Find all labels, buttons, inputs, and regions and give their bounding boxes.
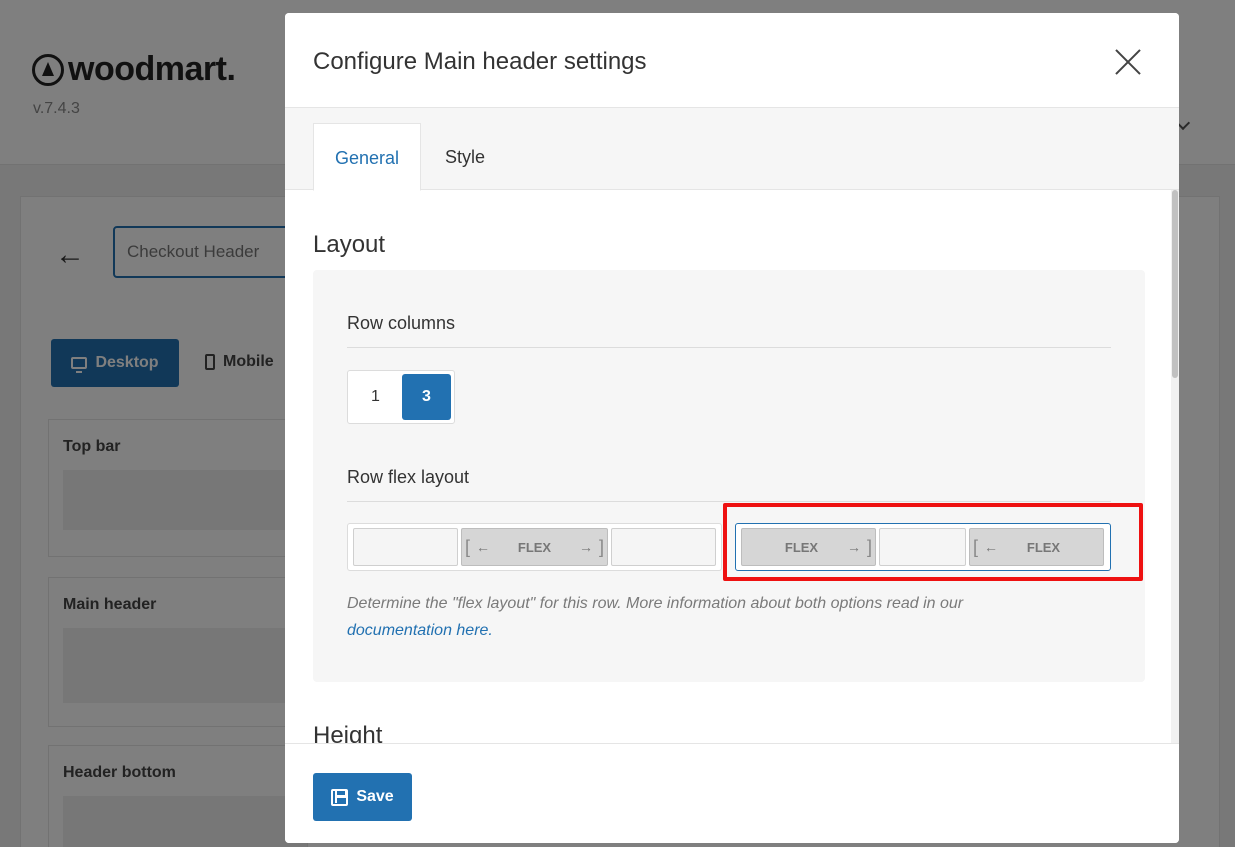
flex-layout-help-text: Determine the "flex layout" for this row… [347,595,964,639]
scrollbar-thumb[interactable] [1172,190,1178,378]
modal-body: Layout Row columns 1 3 Row flex layout [… [285,190,1179,743]
flex-layout-option-sides[interactable]: FLEX → ] [ ← FLEX [735,523,1111,571]
flex-layout-option-center[interactable]: [ ← FLEX → ] [347,523,722,571]
flex-cell-side [353,528,458,566]
bracket-right-icon: ] [598,537,604,557]
tab-style[interactable]: Style [424,123,506,191]
flex-cell-flex: [ ← FLEX [969,528,1104,566]
height-section-title: Height [313,722,383,743]
bracket-left-icon: [ [465,537,471,557]
save-disk-icon [331,788,349,806]
documentation-link[interactable]: documentation here. [347,622,493,639]
modal-title: Configure Main header settings [313,48,647,75]
flex-cell-side [611,528,716,566]
row-columns-label: Row columns [347,313,456,333]
modal-scrollbar[interactable] [1171,190,1179,743]
arrow-left-icon: ← [476,539,490,555]
row-columns-option-1[interactable]: 1 [351,374,400,420]
save-button[interactable]: Save [313,773,412,821]
bracket-right-icon: ] [866,537,872,557]
bracket-left-icon: [ [973,537,979,557]
close-icon[interactable] [1113,47,1143,77]
layout-section-title: Layout [313,231,386,258]
modal-header: Configure Main header settings [285,13,1179,108]
row-flex-layout-label: Row flex layout [347,467,470,487]
row-columns-selector: 1 3 [347,370,455,424]
arrow-right-icon: → [847,539,861,555]
tabs-bar: General Style [285,108,1179,191]
layout-settings-box: Row columns 1 3 Row flex layout [ ← FLEX… [313,270,1145,682]
flex-cell-center [879,528,966,566]
arrow-right-icon: → [579,539,593,555]
flex-cell-flex: [ ← FLEX → ] [461,528,608,566]
modal-footer: Save [285,743,1179,843]
row-columns-option-3[interactable]: 3 [402,374,451,420]
settings-modal: Configure Main header settings General S… [285,13,1179,843]
flex-cell-flex: FLEX → ] [741,528,876,566]
tab-general[interactable]: General [313,123,422,191]
arrow-left-icon: ← [984,539,998,555]
